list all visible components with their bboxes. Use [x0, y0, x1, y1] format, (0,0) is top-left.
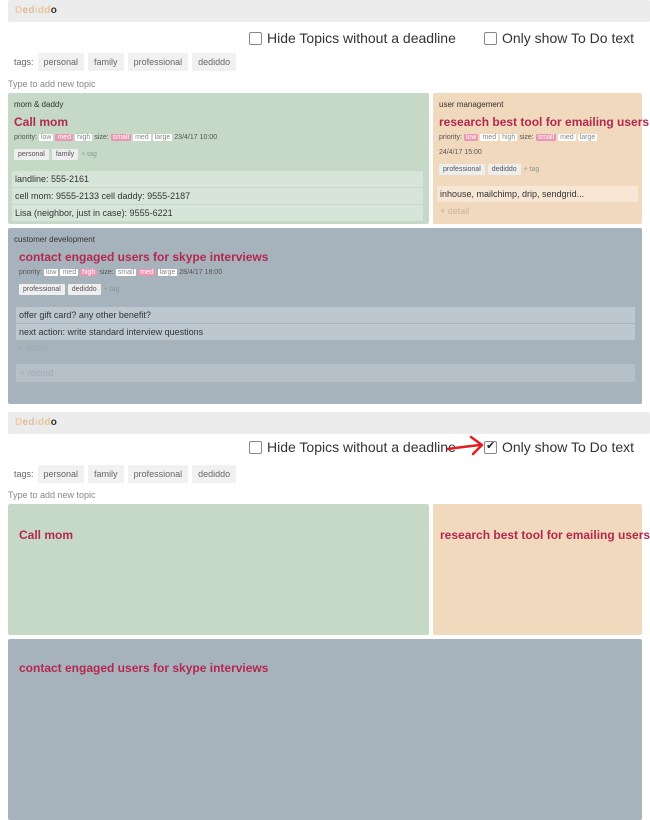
- tags-label: tags:: [14, 57, 34, 67]
- tag-professional[interactable]: professional: [19, 284, 65, 295]
- topic-tags: professional dediddo + tag: [439, 164, 539, 175]
- topic-title[interactable]: Call mom: [14, 115, 68, 129]
- size-small[interactable]: small: [110, 134, 132, 141]
- priority-med[interactable]: med: [480, 134, 499, 141]
- size-large[interactable]: large: [152, 134, 173, 141]
- topic-tags: professional dediddo + tag: [19, 284, 119, 295]
- priority-med[interactable]: med: [55, 134, 74, 141]
- add-tag-button[interactable]: + tag: [524, 166, 540, 173]
- size-med[interactable]: med: [558, 134, 576, 141]
- only-todo-label: Only show To Do text: [502, 30, 635, 46]
- tag-filter-personal[interactable]: personal: [37, 465, 85, 483]
- tag-dediddo[interactable]: dediddo: [67, 284, 101, 295]
- tags-filter-bar: tags: personal family professional dedid…: [14, 53, 237, 71]
- topic-meta: priority: low med high size: small med l…: [19, 269, 222, 276]
- tag-filter-personal[interactable]: personal: [37, 53, 85, 71]
- topic-title[interactable]: contact engaged users for skype intervie…: [19, 250, 268, 264]
- add-tag-button[interactable]: + tag: [104, 286, 120, 293]
- detail-line[interactable]: landline: 555-2161: [12, 171, 423, 187]
- tag-filter-family[interactable]: family: [88, 465, 124, 483]
- size-med[interactable]: med: [133, 134, 151, 141]
- hide-without-deadline-label: Hide Topics without a deadline: [267, 439, 456, 455]
- priority-label: priority:: [439, 134, 462, 141]
- deadline[interactable]: 23/4/17 10:00: [174, 134, 217, 141]
- topic-title[interactable]: contact engaged users for skype intervie…: [19, 661, 268, 675]
- deadline[interactable]: 24/4/17 15:00: [439, 149, 482, 156]
- hide-without-deadline-checkbox[interactable]: [249, 31, 262, 45]
- topic-card-call-mom[interactable]: Call mom: [8, 504, 429, 635]
- topic-title[interactable]: Call mom: [19, 528, 73, 542]
- topic-title[interactable]: research best tool for emailing users: [440, 528, 650, 542]
- add-detail-button[interactable]: + detail: [18, 343, 47, 353]
- detail-line[interactable]: cell mom: 9555-2133 cell daddy: 9555-218…: [12, 188, 423, 204]
- priority-label: priority:: [14, 134, 37, 141]
- priority-high[interactable]: high: [75, 134, 93, 141]
- detail-line[interactable]: inhouse, mailchimp, drip, sendgrid...: [437, 186, 638, 202]
- priority-med[interactable]: med: [60, 269, 79, 276]
- red-arrow-annotation: [446, 435, 484, 456]
- tag-filter-professional[interactable]: professional: [127, 53, 189, 71]
- size-large[interactable]: large: [577, 134, 598, 141]
- priority-high[interactable]: high: [80, 269, 98, 276]
- topic-tags: personal family + tag: [14, 149, 97, 160]
- priority-low[interactable]: low: [463, 134, 479, 141]
- topic-card-skype-interviews[interactable]: customer development contact engaged use…: [8, 228, 642, 404]
- tag-filter-family[interactable]: family: [88, 53, 124, 71]
- priority-label: priority:: [19, 269, 42, 276]
- dediddo-logo[interactable]: Dediddo: [15, 5, 57, 16]
- topic-card-skype-interviews[interactable]: contact engaged users for skype intervie…: [8, 639, 642, 820]
- hide-without-deadline-filter[interactable]: Hide Topics without a deadline: [249, 439, 456, 455]
- new-topic-input[interactable]: Type to add new topic: [8, 79, 96, 89]
- deadline[interactable]: 28/4/17 18:00: [179, 269, 222, 276]
- hide-without-deadline-label: Hide Topics without a deadline: [267, 30, 456, 46]
- priority-low[interactable]: low: [43, 269, 59, 276]
- app-header: Dediddo: [8, 412, 650, 434]
- hide-without-deadline-checkbox[interactable]: [249, 440, 262, 454]
- size-large[interactable]: large: [157, 269, 178, 276]
- detail-line[interactable]: Lisa (neighbor, just in case): 9555-6221: [12, 205, 423, 221]
- detail-line[interactable]: next action: write standard interview qu…: [16, 324, 635, 340]
- only-todo-filter[interactable]: Only show To Do text: [484, 30, 634, 46]
- size-small[interactable]: small: [535, 134, 557, 141]
- size-label: size:: [94, 134, 109, 141]
- topic-meta: priority: low med high size: small med l…: [439, 134, 598, 141]
- tags-label: tags:: [14, 469, 34, 479]
- dediddo-logo[interactable]: Dediddo: [15, 417, 57, 428]
- tag-family[interactable]: family: [51, 149, 79, 160]
- topic-category: user management: [439, 100, 504, 109]
- tag-filter-dediddo[interactable]: dediddo: [192, 465, 237, 483]
- topic-category: mom & daddy: [14, 100, 64, 109]
- tag-filter-professional[interactable]: professional: [127, 465, 189, 483]
- hide-without-deadline-filter[interactable]: Hide Topics without a deadline: [249, 30, 456, 46]
- topic-category: customer development: [14, 235, 95, 244]
- only-todo-checkbox[interactable]: [484, 439, 497, 454]
- only-todo-filter[interactable]: Only show To Do text: [484, 439, 634, 455]
- topic-card-research-email-tools[interactable]: research best tool for emailing users: [433, 504, 650, 635]
- tag-dediddo[interactable]: dediddo: [487, 164, 521, 175]
- tag-filter-dediddo[interactable]: dediddo: [192, 53, 237, 71]
- tag-personal[interactable]: personal: [14, 149, 49, 160]
- topic-meta: priority: low med high size: small med l…: [14, 134, 217, 141]
- new-topic-input[interactable]: Type to add new topic: [8, 490, 96, 500]
- tag-professional[interactable]: professional: [439, 164, 485, 175]
- only-todo-checkbox[interactable]: [484, 31, 497, 45]
- tags-filter-bar: tags: personal family professional dedid…: [14, 465, 237, 483]
- size-label: size:: [519, 134, 534, 141]
- add-record-button[interactable]: + record: [16, 364, 635, 382]
- topic-card-research-email-tools[interactable]: user management research best tool for e…: [433, 93, 649, 224]
- detail-line[interactable]: offer gift card? any other benefit?: [16, 307, 635, 323]
- topic-card-call-mom[interactable]: mom & daddy Call mom priority: low med h…: [8, 93, 429, 224]
- size-small[interactable]: small: [115, 269, 137, 276]
- size-med[interactable]: med: [138, 269, 156, 276]
- add-tag-button[interactable]: + tag: [81, 151, 97, 158]
- app-header: Dediddo: [8, 0, 650, 22]
- priority-high[interactable]: high: [500, 134, 518, 141]
- size-label: size:: [99, 269, 114, 276]
- topic-title[interactable]: research best tool for emailing users: [439, 115, 649, 129]
- only-todo-label: Only show To Do text: [502, 439, 635, 455]
- add-detail-button[interactable]: + detail: [440, 206, 469, 216]
- priority-low[interactable]: low: [38, 134, 54, 141]
